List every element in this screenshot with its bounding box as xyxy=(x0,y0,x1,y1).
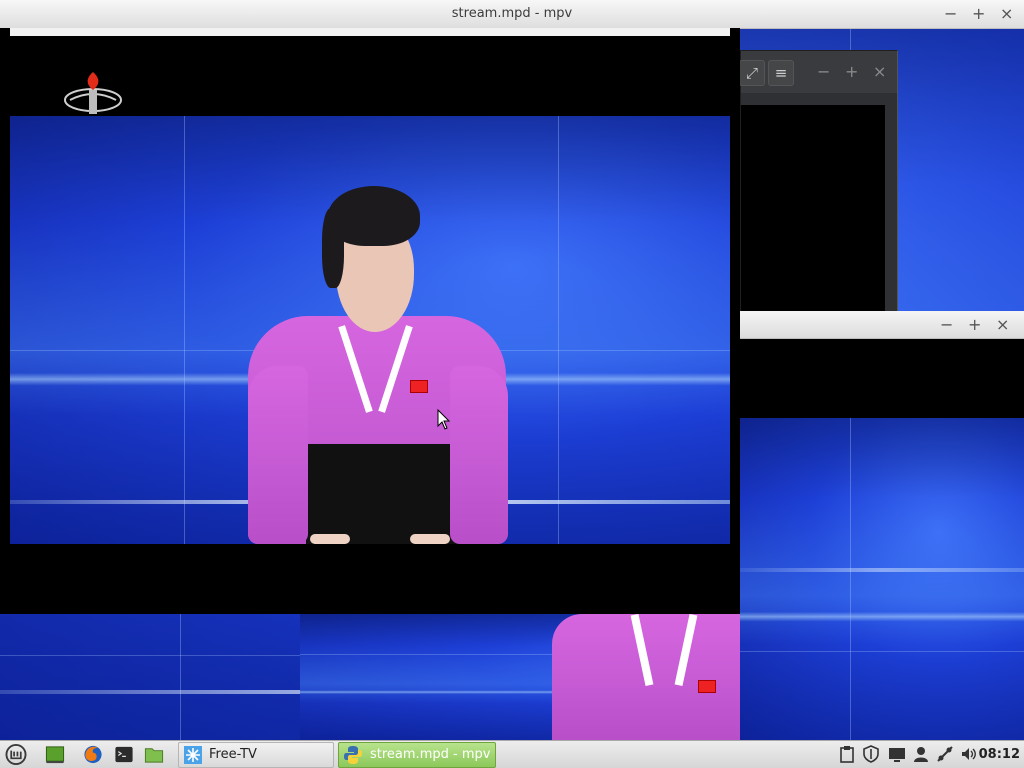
close-button[interactable]: × xyxy=(1000,0,1013,28)
close-button[interactable]: × xyxy=(873,60,886,84)
network-icon[interactable] xyxy=(936,745,954,763)
mpv-video-window[interactable] xyxy=(0,28,740,614)
background-window-top-content xyxy=(741,105,885,313)
task-free-tv-label: Free-TV xyxy=(209,747,257,762)
user-icon[interactable] xyxy=(912,745,930,763)
hamburger-menu-icon[interactable]: ≡ xyxy=(768,60,794,86)
close-button[interactable]: × xyxy=(996,311,1009,338)
volume-icon[interactable] xyxy=(960,745,978,763)
window-top-edge xyxy=(10,28,730,36)
files-icon[interactable] xyxy=(143,744,165,765)
mouse-cursor-icon xyxy=(437,409,451,430)
shield-icon[interactable] xyxy=(862,745,880,763)
background-window-top-titlebar[interactable]: ⤢ ≡ − + × xyxy=(739,51,897,93)
clipboard-icon[interactable] xyxy=(838,745,856,763)
display-icon[interactable] xyxy=(888,745,906,763)
mpv-titlebar[interactable]: stream.mpd - mpv − + × xyxy=(0,0,1024,29)
task-stream-mpv-label: stream.mpd - mpv xyxy=(370,747,491,762)
background-window-bottom[interactable]: − + × xyxy=(740,311,1024,741)
maximize-button[interactable]: + xyxy=(968,311,981,338)
channel-logo-icon xyxy=(64,72,122,114)
background-window-bottom-titlebar[interactable]: − + × xyxy=(740,311,1024,339)
mint-menu-icon[interactable] xyxy=(5,744,27,765)
taskbar: Free-TV stream.mpd - mpv 08:12 xyxy=(0,740,1024,768)
maximize-button[interactable]: + xyxy=(845,60,858,84)
background-window-bottom-video xyxy=(740,418,1024,741)
show-desktop-icon[interactable] xyxy=(44,744,66,765)
expand-icon[interactable]: ⤢ xyxy=(739,60,765,86)
video-frame xyxy=(10,116,730,544)
task-stream-mpv[interactable]: stream.mpd - mpv xyxy=(338,742,496,768)
python-icon xyxy=(344,746,362,764)
minimize-button[interactable]: − xyxy=(944,0,957,28)
desktop: ⤢ ≡ − + × − + × stream.mpd - mpv − + × F… xyxy=(0,0,1024,768)
firefox-icon[interactable] xyxy=(82,744,104,765)
free-tv-icon xyxy=(184,746,202,764)
minimize-button[interactable]: − xyxy=(940,311,953,338)
clock[interactable]: 08:12 xyxy=(979,741,1020,768)
window-title: stream.mpd - mpv xyxy=(451,6,573,21)
task-free-tv[interactable]: Free-TV xyxy=(178,742,334,768)
minimize-button[interactable]: − xyxy=(817,60,830,84)
terminal-icon[interactable] xyxy=(113,744,135,765)
maximize-button[interactable]: + xyxy=(972,0,985,28)
background-window-top[interactable]: ⤢ ≡ − + × xyxy=(739,50,898,314)
